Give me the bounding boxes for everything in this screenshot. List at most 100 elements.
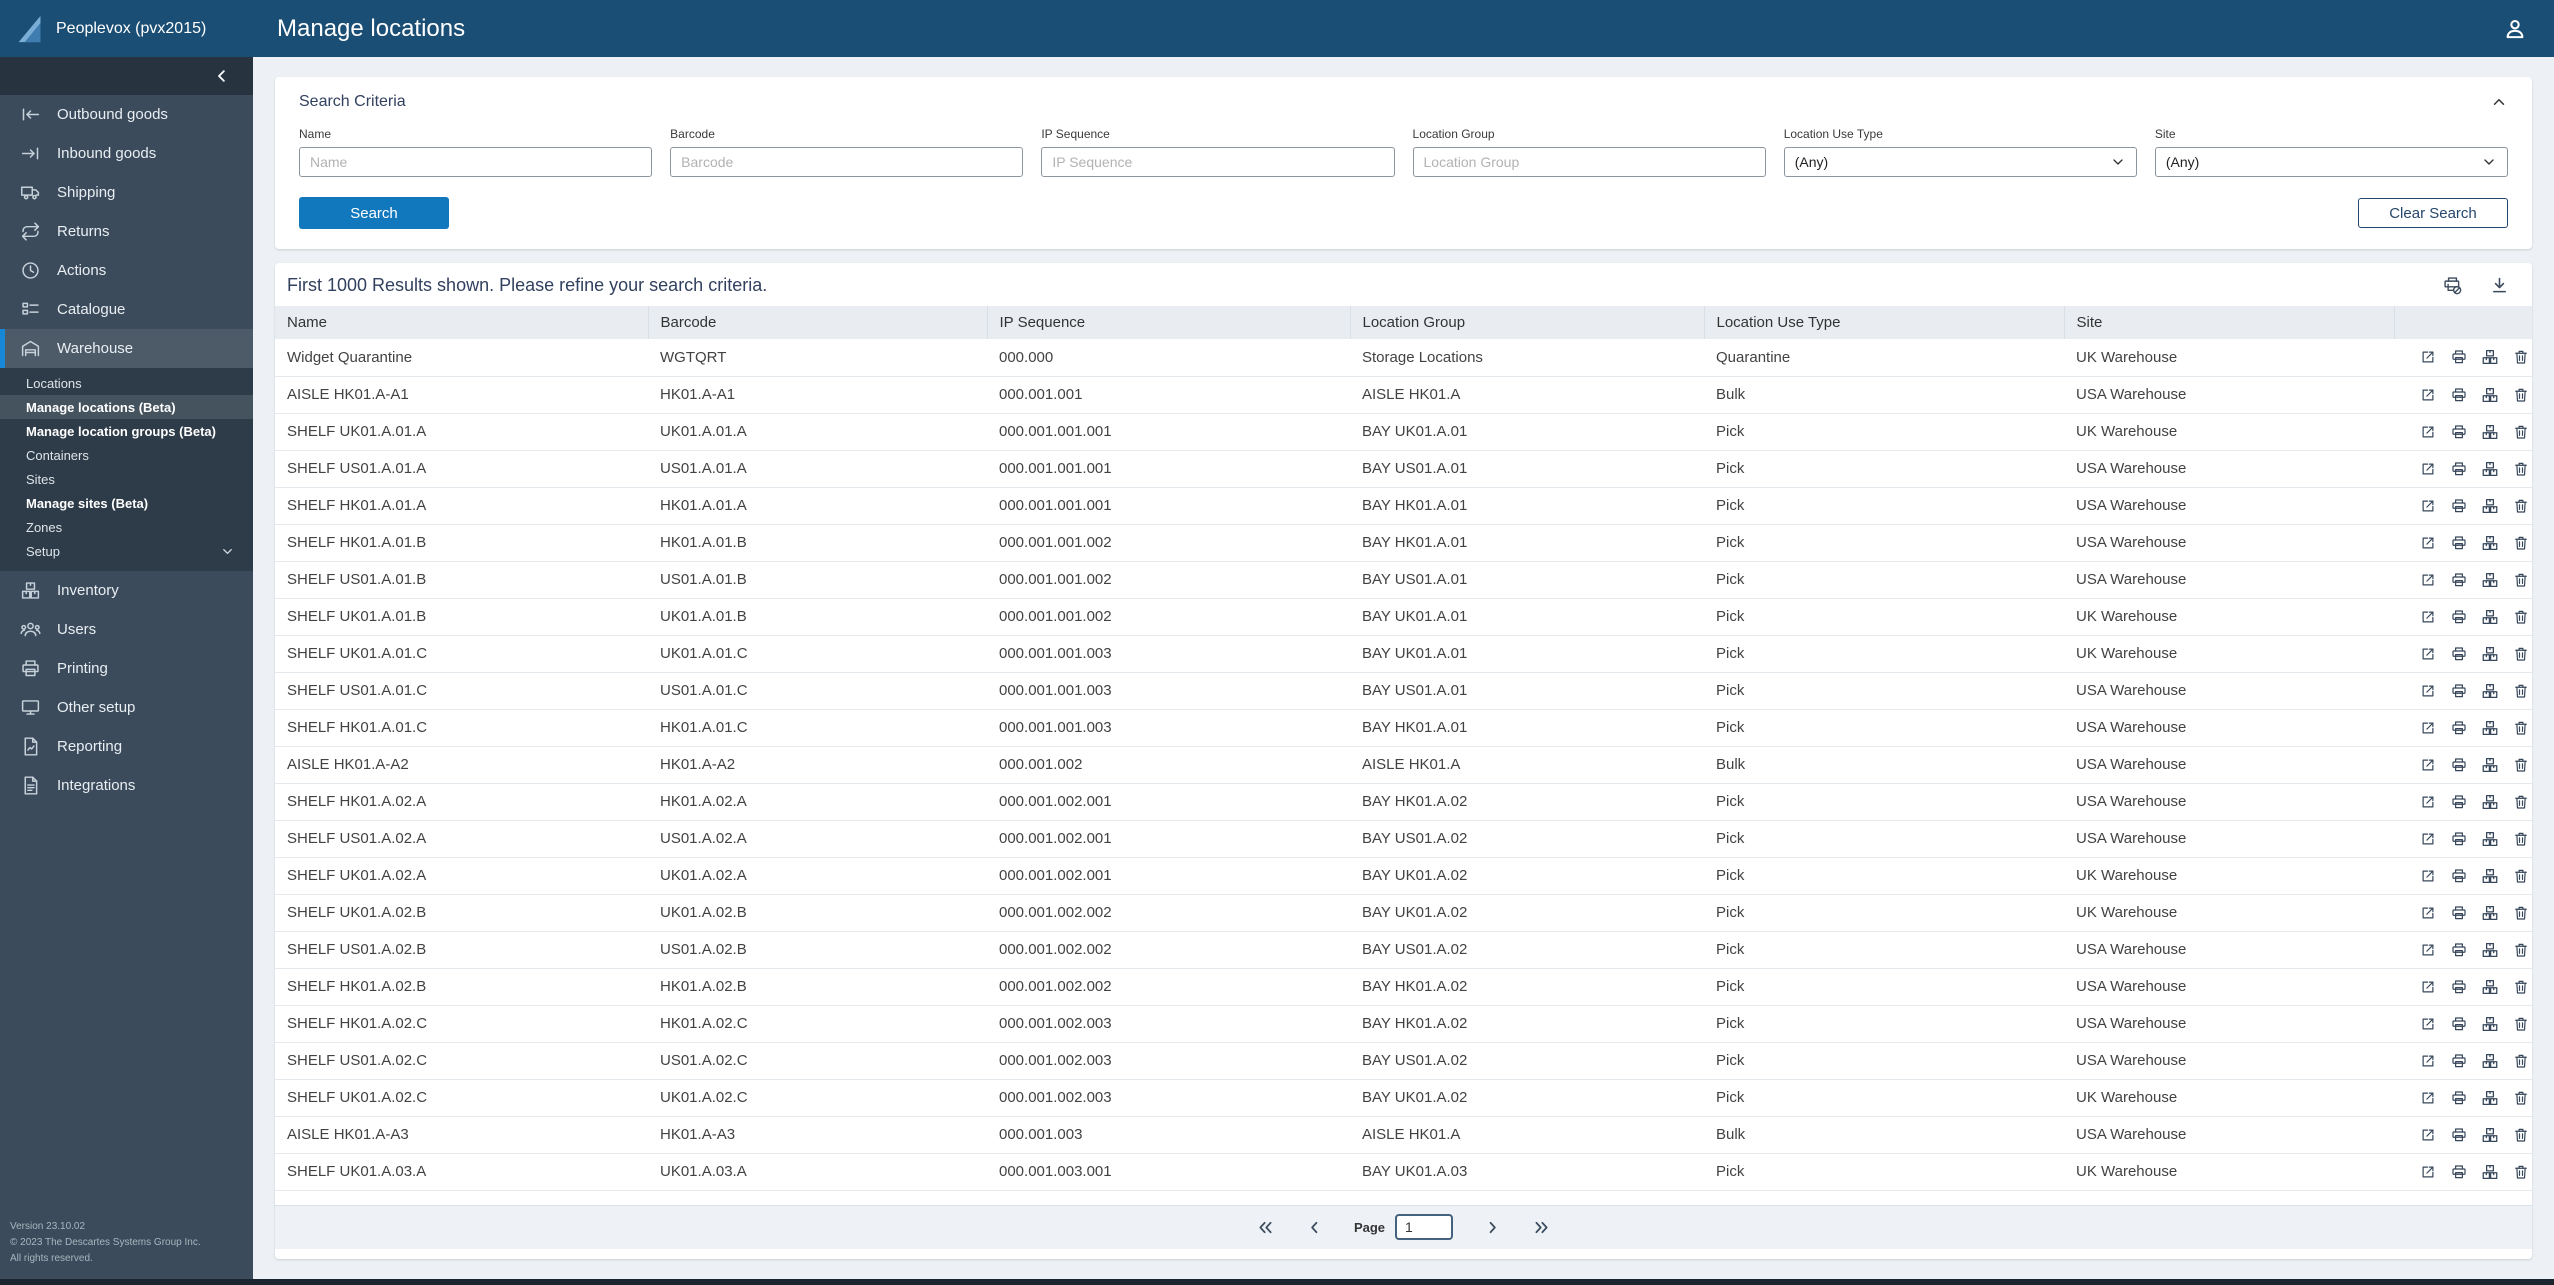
print-icon[interactable] xyxy=(2450,460,2468,478)
delete-icon[interactable] xyxy=(2512,1126,2530,1144)
edit-icon[interactable] xyxy=(2419,348,2437,366)
sidebar-item-printing[interactable]: Printing xyxy=(0,649,253,688)
print-icon[interactable] xyxy=(2450,682,2468,700)
print-icon[interactable] xyxy=(2450,571,2468,589)
delete-icon[interactable] xyxy=(2512,978,2530,996)
edit-icon[interactable] xyxy=(2419,1052,2437,1070)
print-icon[interactable] xyxy=(2450,1126,2468,1144)
delete-icon[interactable] xyxy=(2512,1163,2530,1181)
delete-icon[interactable] xyxy=(2512,793,2530,811)
sidebar-item-shipping[interactable]: Shipping xyxy=(0,173,253,212)
print-disabled-icon[interactable] xyxy=(2442,275,2463,296)
name-input[interactable] xyxy=(299,147,653,177)
inventory-icon[interactable] xyxy=(2481,386,2499,404)
inventory-icon[interactable] xyxy=(2481,1052,2499,1070)
inventory-icon[interactable] xyxy=(2481,719,2499,737)
location-group-input[interactable] xyxy=(1412,147,1766,177)
delete-icon[interactable] xyxy=(2512,460,2530,478)
sidebar-item-inventory[interactable]: Inventory xyxy=(0,571,253,610)
print-icon[interactable] xyxy=(2450,1015,2468,1033)
sidebar-item-inbound-goods[interactable]: Inbound goods xyxy=(0,134,253,173)
submenu-item-sites[interactable]: Sites xyxy=(0,467,253,491)
ip-sequence-input[interactable] xyxy=(1041,147,1395,177)
edit-icon[interactable] xyxy=(2419,1126,2437,1144)
next-page-icon[interactable] xyxy=(1483,1218,1502,1237)
edit-icon[interactable] xyxy=(2419,534,2437,552)
edit-icon[interactable] xyxy=(2419,1089,2437,1107)
print-icon[interactable] xyxy=(2450,608,2468,626)
edit-icon[interactable] xyxy=(2419,423,2437,441)
delete-icon[interactable] xyxy=(2512,348,2530,366)
edit-icon[interactable] xyxy=(2419,608,2437,626)
edit-icon[interactable] xyxy=(2419,793,2437,811)
edit-icon[interactable] xyxy=(2419,1163,2437,1181)
print-icon[interactable] xyxy=(2450,1089,2468,1107)
print-icon[interactable] xyxy=(2450,1052,2468,1070)
print-icon[interactable] xyxy=(2450,348,2468,366)
last-page-icon[interactable] xyxy=(1532,1218,1551,1237)
delete-icon[interactable] xyxy=(2512,386,2530,404)
clear-search-button[interactable]: Clear Search xyxy=(2358,198,2508,228)
delete-icon[interactable] xyxy=(2512,608,2530,626)
delete-icon[interactable] xyxy=(2512,571,2530,589)
print-icon[interactable] xyxy=(2450,423,2468,441)
print-icon[interactable] xyxy=(2450,978,2468,996)
print-icon[interactable] xyxy=(2450,904,2468,922)
delete-icon[interactable] xyxy=(2512,645,2530,663)
delete-icon[interactable] xyxy=(2512,941,2530,959)
print-icon[interactable] xyxy=(2450,756,2468,774)
edit-icon[interactable] xyxy=(2419,571,2437,589)
sidebar-item-users[interactable]: Users xyxy=(0,610,253,649)
print-icon[interactable] xyxy=(2450,941,2468,959)
submenu-item-zones[interactable]: Zones xyxy=(0,515,253,539)
edit-icon[interactable] xyxy=(2419,682,2437,700)
print-icon[interactable] xyxy=(2450,386,2468,404)
inventory-icon[interactable] xyxy=(2481,1163,2499,1181)
download-icon[interactable] xyxy=(2489,275,2510,296)
barcode-input[interactable] xyxy=(670,147,1024,177)
page-number-input[interactable] xyxy=(1395,1214,1454,1240)
edit-icon[interactable] xyxy=(2419,645,2437,663)
edit-icon[interactable] xyxy=(2419,867,2437,885)
inventory-icon[interactable] xyxy=(2481,904,2499,922)
submenu-item-manage-sites-beta[interactable]: Manage sites (Beta) xyxy=(0,491,253,515)
sidebar-item-catalogue[interactable]: Catalogue xyxy=(0,290,253,329)
location-use-type-select[interactable]: (Any) xyxy=(1783,147,2137,177)
delete-icon[interactable] xyxy=(2512,534,2530,552)
edit-icon[interactable] xyxy=(2419,941,2437,959)
edit-icon[interactable] xyxy=(2419,719,2437,737)
print-icon[interactable] xyxy=(2450,1163,2468,1181)
edit-icon[interactable] xyxy=(2419,386,2437,404)
sidebar-item-warehouse[interactable]: Warehouse xyxy=(0,329,253,368)
edit-icon[interactable] xyxy=(2419,904,2437,922)
inventory-icon[interactable] xyxy=(2481,1089,2499,1107)
inventory-icon[interactable] xyxy=(2481,682,2499,700)
delete-icon[interactable] xyxy=(2512,1089,2530,1107)
search-button[interactable]: Search xyxy=(299,197,449,229)
sidebar-item-other-setup[interactable]: Other setup xyxy=(0,688,253,727)
sidebar-item-returns[interactable]: Returns xyxy=(0,212,253,251)
submenu-item-locations[interactable]: Locations xyxy=(0,371,253,395)
print-icon[interactable] xyxy=(2450,793,2468,811)
inventory-icon[interactable] xyxy=(2481,1126,2499,1144)
sidebar-item-reporting[interactable]: Reporting xyxy=(0,727,253,766)
print-icon[interactable] xyxy=(2450,645,2468,663)
edit-icon[interactable] xyxy=(2419,978,2437,996)
inventory-icon[interactable] xyxy=(2481,867,2499,885)
inventory-icon[interactable] xyxy=(2481,645,2499,663)
edit-icon[interactable] xyxy=(2419,460,2437,478)
inventory-icon[interactable] xyxy=(2481,608,2499,626)
print-icon[interactable] xyxy=(2450,534,2468,552)
print-icon[interactable] xyxy=(2450,497,2468,515)
edit-icon[interactable] xyxy=(2419,1015,2437,1033)
inventory-icon[interactable] xyxy=(2481,756,2499,774)
print-icon[interactable] xyxy=(2450,830,2468,848)
print-icon[interactable] xyxy=(2450,867,2468,885)
sidebar-collapse-icon[interactable] xyxy=(213,67,231,85)
previous-page-icon[interactable] xyxy=(1305,1218,1324,1237)
delete-icon[interactable] xyxy=(2512,719,2530,737)
delete-icon[interactable] xyxy=(2512,904,2530,922)
person-icon[interactable] xyxy=(2502,16,2528,42)
inventory-icon[interactable] xyxy=(2481,423,2499,441)
delete-icon[interactable] xyxy=(2512,1015,2530,1033)
